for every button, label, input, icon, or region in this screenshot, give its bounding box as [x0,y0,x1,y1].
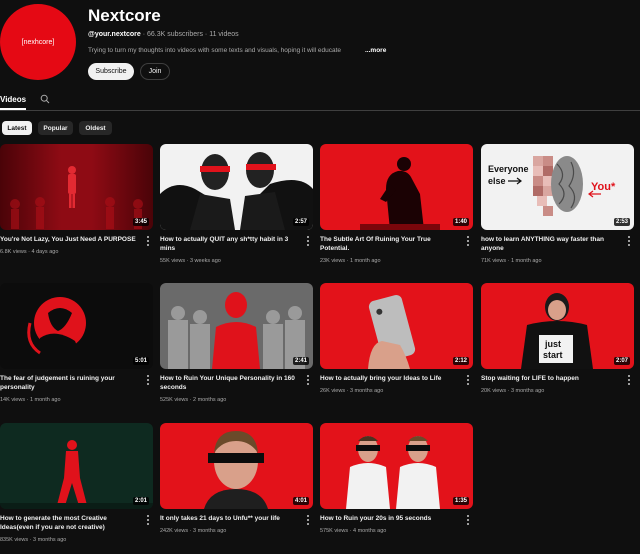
video-thumbnail[interactable]: 1:35 [320,423,473,509]
video-duration: 1:40 [452,218,469,226]
video-meta: 525K views · 2 months ago [160,397,227,403]
thumbnail-art [160,152,313,230]
video-duration: 5:01 [132,357,149,365]
channel-stats: · 66.3K subscribers · 11 videos [142,31,239,38]
more-options-icon[interactable] [147,236,150,246]
avatar-text: [nexhcore] [21,38,55,46]
channel-handle: @your.nextcore [88,31,141,38]
video-thumbnail[interactable]: 2:41 [160,283,313,369]
more-options-icon[interactable] [147,375,150,385]
video-duration: 2:12 [452,357,469,365]
video-meta: 71K views · 1 month ago [481,258,542,264]
video-thumbnail[interactable]: 2:12 [320,283,473,369]
more-options-icon[interactable] [467,515,470,525]
video-title[interactable]: The fear of judgement is ruining your pe… [0,374,140,392]
tab-videos[interactable]: Videos [0,95,26,104]
video-duration: 2:53 [613,218,630,226]
join-button[interactable]: Join [140,63,170,80]
thumbnail-art [27,297,86,355]
thumbnail-art [0,440,153,509]
video-meta: 14K views · 1 month ago [0,397,61,403]
thumb-text-everyone: Everyone [488,164,529,174]
tabs-divider [0,110,640,111]
video-title[interactable]: How to actually bring your Ideas to Life [320,374,460,383]
channel-meta: @your.nextcore · 66.3K subscribers · 11 … [88,31,239,38]
video-title[interactable]: How to generate the most Creative Ideas(… [0,514,140,532]
video-duration: 3:45 [132,218,149,226]
video-duration: 2:07 [613,357,630,365]
thumbnail-art [168,292,305,369]
chip-latest[interactable]: Latest [2,121,32,135]
subscribe-button[interactable]: Subscribe [88,63,134,80]
video-duration: 1:35 [452,497,469,505]
more-options-icon[interactable] [147,515,150,525]
description-text: Trying to turn my thoughts into videos w… [88,47,342,54]
video-thumbnail[interactable]: 2:01 [0,423,153,509]
video-title[interactable]: Stop waiting for LIFE to happen [481,374,621,383]
video-thumbnail[interactable]: 5:01 [0,283,153,369]
video-meta: 242K views · 3 months ago [160,528,227,534]
video-title[interactable]: how to learn ANYTHING way faster than an… [481,235,621,253]
thumbnail-art [346,436,440,509]
thumbnail-art [10,166,143,229]
more-options-icon[interactable] [628,236,631,246]
more-options-icon[interactable] [307,236,310,246]
video-meta: 23K views · 1 month ago [320,258,381,264]
video-thumbnail[interactable]: 2:57 [160,144,313,230]
video-title[interactable]: The Subtle Art Of Ruining Your True Pote… [320,235,460,253]
more-options-icon[interactable] [467,236,470,246]
more-options-icon[interactable] [307,515,310,525]
more-options-icon[interactable] [307,375,310,385]
video-duration: 2:57 [292,218,309,226]
thumbnail-art: just start [521,293,593,369]
thumb-sign-start: start [543,350,563,360]
video-title[interactable]: You're Not Lazy, You Just Need A PURPOSE [0,235,140,244]
channel-name: Nextcore [88,6,161,25]
thumbnail-art: Everyone else You* [488,156,616,216]
more-options-icon[interactable] [467,375,470,385]
video-meta: 835K views · 3 months ago [0,537,67,543]
video-thumbnail[interactable]: 1:40 [320,144,473,230]
video-title[interactable]: It only takes 21 days to Unfu** your lif… [160,514,300,523]
video-meta: 6.8K views · 4 days ago [0,249,59,255]
video-meta: 55K views · 3 weeks ago [160,258,221,264]
video-meta: 26K views · 3 months ago [320,388,384,394]
thumbnail-art [360,157,440,230]
thumbnail-art [368,295,416,369]
video-duration: 2:41 [292,357,309,365]
video-duration: 2:01 [132,497,149,505]
search-icon[interactable] [40,94,50,104]
video-thumbnail[interactable]: just start 2:07 [481,283,634,369]
video-meta: 20K views · 3 months ago [481,388,545,394]
video-meta: 575K views · 4 months ago [320,528,387,534]
video-title[interactable]: How to Ruin Your Unique Personality in 1… [160,374,300,392]
more-options-icon[interactable] [628,375,631,385]
thumb-text-you: You* [591,181,616,193]
thumbnail-art [204,431,268,509]
chip-popular[interactable]: Popular [38,121,73,135]
video-title[interactable]: How to actually QUIT any sh*tty habit in… [160,235,300,253]
chip-oldest[interactable]: Oldest [79,121,112,135]
video-duration: 4:01 [292,497,309,505]
thumb-text-else: else [488,176,506,186]
video-thumbnail[interactable]: 3:45 [0,144,153,230]
video-title[interactable]: How to Ruin your 20s in 95 seconds [320,514,460,523]
channel-description[interactable]: Trying to turn my thoughts into videos w… [88,47,388,54]
more-link[interactable]: ...more [365,47,386,54]
video-thumbnail[interactable]: 4:01 [160,423,313,509]
thumb-sign-just: just [544,339,561,349]
channel-avatar[interactable]: [nexhcore] [0,4,76,80]
video-thumbnail[interactable]: Everyone else You* 2:53 [481,144,634,230]
